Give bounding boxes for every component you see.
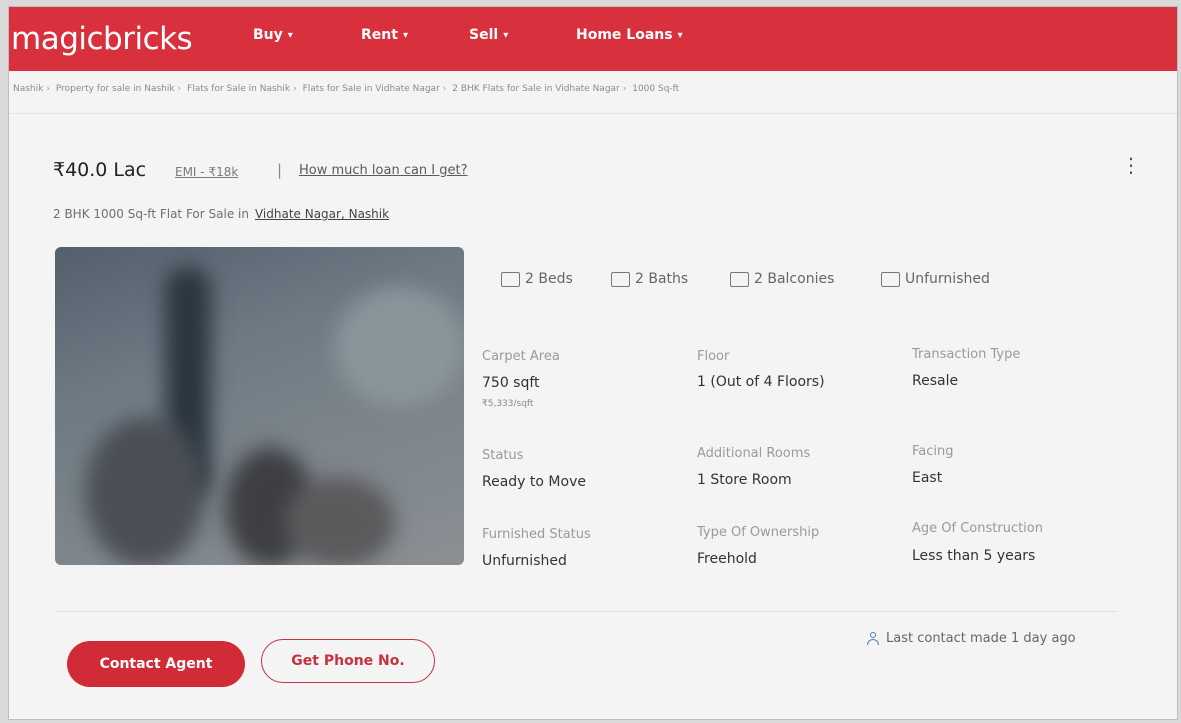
nav-rent-label: Rent	[361, 27, 398, 43]
magicbricks-logo[interactable]: magicbricks	[11, 21, 193, 57]
age-of-construction-label: Age Of Construction	[912, 521, 1043, 536]
feature-balconies: 2 Balconies	[730, 271, 834, 287]
feature-label: 2 Baths	[635, 271, 689, 287]
nav-buy[interactable]: Buy ▾	[253, 27, 293, 43]
nav-sell[interactable]: Sell ▾	[469, 27, 508, 43]
additional-rooms-label: Additional Rooms	[697, 446, 811, 461]
additional-rooms-value: 1 Store Room	[697, 472, 792, 488]
breadcrumb-item[interactable]: Nashik	[13, 84, 43, 94]
feature-label: 2 Beds	[525, 271, 573, 287]
last-contact-info: Last contact made 1 day ago	[867, 631, 1076, 646]
get-phone-button[interactable]: Get Phone No.	[261, 639, 435, 683]
emi-link[interactable]: EMI - ₹18k	[175, 165, 238, 179]
listing-type-text: 2 BHK 1000 Sq-ft Flat For Sale in	[53, 207, 249, 221]
chevron-down-icon: ▾	[287, 29, 293, 41]
ownership-label: Type Of Ownership	[697, 525, 820, 540]
floor-label: Floor	[697, 349, 730, 364]
price-per-sqft: ₹5,333/sqft	[482, 399, 534, 409]
last-contact-text: Last contact made 1 day ago	[886, 631, 1076, 646]
nav-home-loans[interactable]: Home Loans ▾	[576, 27, 683, 43]
separator: |	[277, 161, 283, 179]
loan-eligibility-link[interactable]: How much loan can I get?	[299, 163, 468, 178]
furnished-status-label: Furnished Status	[482, 527, 591, 542]
nav-home-loans-label: Home Loans	[576, 27, 673, 43]
person-icon	[867, 632, 879, 645]
breadcrumb-item: 1000 Sq-ft	[632, 84, 680, 94]
bed-icon	[501, 271, 520, 287]
property-photo[interactable]	[55, 247, 464, 565]
feature-beds: 2 Beds	[501, 271, 573, 287]
ownership-value: Freehold	[697, 551, 757, 567]
furnished-status-value: Unfurnished	[482, 553, 567, 569]
carpet-area-value: 750 sqft	[482, 375, 540, 391]
bath-icon	[611, 271, 630, 287]
status-value: Ready to Move	[482, 474, 586, 490]
chevron-down-icon: ▾	[402, 29, 408, 41]
breadcrumb-item[interactable]: Flats for Sale in Vidhate Nagar	[303, 84, 440, 94]
carpet-area-label: Carpet Area	[482, 349, 560, 364]
transaction-type-label: Transaction Type	[912, 347, 1021, 362]
feature-label: 2 Balconies	[754, 271, 835, 287]
divider	[9, 113, 1177, 114]
nav-sell-label: Sell	[469, 27, 499, 43]
status-label: Status	[482, 448, 524, 463]
listing-price: ₹40.0 Lac	[53, 159, 147, 181]
divider	[55, 611, 1117, 612]
breadcrumb: Nashik › Property for sale in Nashik › Fla…	[13, 84, 680, 94]
feature-furnishing: Unfurnished	[881, 271, 990, 287]
furnishing-icon	[881, 271, 900, 287]
breadcrumb-item[interactable]: Flats for Sale in Nashik	[187, 84, 290, 94]
feature-label: Unfurnished	[905, 271, 990, 287]
nav-buy-label: Buy	[253, 27, 283, 43]
chevron-down-icon: ▾	[677, 29, 683, 41]
more-options-icon[interactable]: ⋮	[1121, 153, 1141, 177]
breadcrumb-item[interactable]: Property for sale in Nashik	[56, 84, 175, 94]
balcony-icon	[730, 271, 749, 287]
feature-baths: 2 Baths	[611, 271, 688, 287]
facing-value: East	[912, 470, 943, 486]
chevron-down-icon: ▾	[503, 29, 509, 41]
transaction-type-value: Resale	[912, 373, 959, 389]
browser-screen: magicbricks Buy ▾ Rent ▾ Sell ▾ Home Loa…	[8, 6, 1178, 720]
age-of-construction-value: Less than 5 years	[912, 548, 1036, 564]
contact-agent-button[interactable]: Contact Agent	[67, 641, 245, 687]
nav-rent[interactable]: Rent ▾	[361, 27, 408, 43]
facing-label: Facing	[912, 444, 954, 459]
listing-subtitle: 2 BHK 1000 Sq-ft Flat For Sale in Vidhate…	[53, 207, 389, 221]
location-link[interactable]: Vidhate Nagar, Nashik	[255, 207, 389, 221]
breadcrumb-item[interactable]: 2 BHK Flats for Sale in Vidhate Nagar	[452, 84, 619, 94]
floor-value: 1 (Out of 4 Floors)	[697, 374, 825, 390]
